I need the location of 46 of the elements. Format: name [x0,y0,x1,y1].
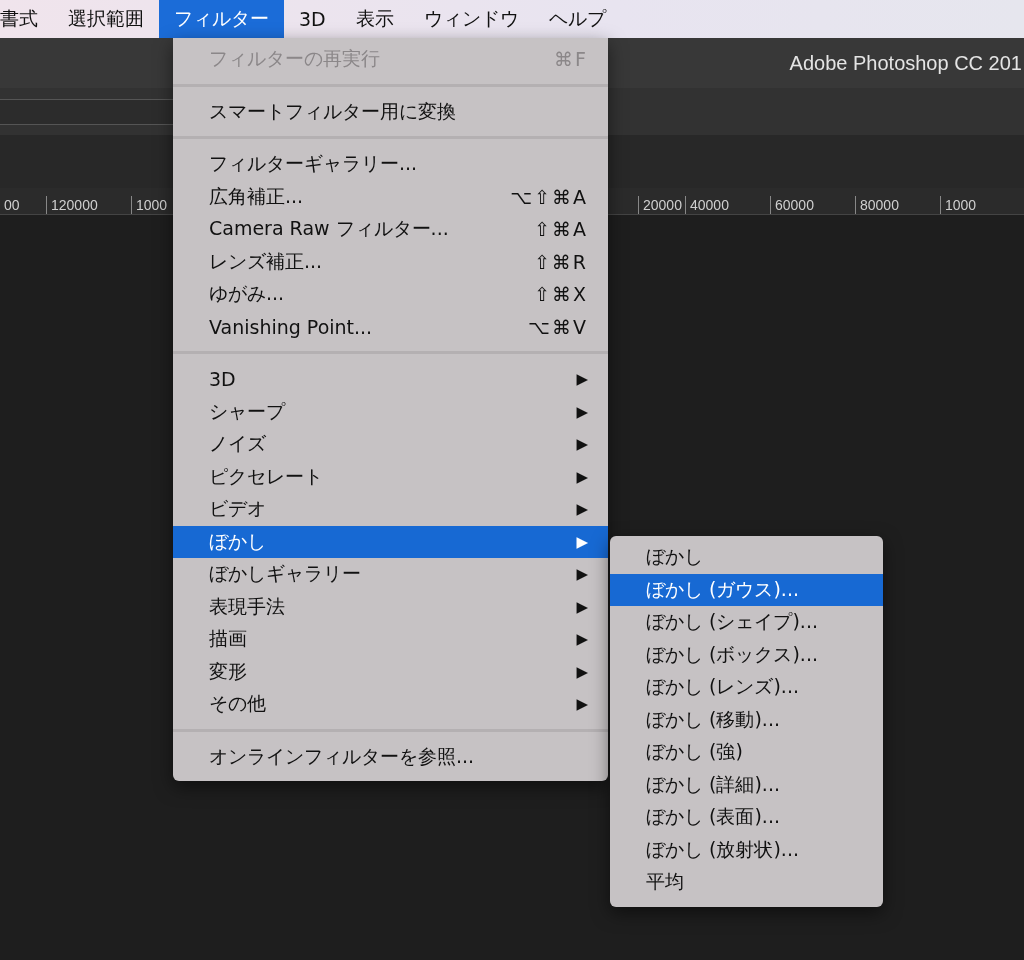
menu-item[interactable]: ぼかしギャラリー ▶ [173,558,608,591]
ruler-label: 1000 [944,197,977,213]
menu-item[interactable]: フィルターギャラリー... [173,148,608,181]
ruler-label: 120000 [50,197,98,213]
menu-item[interactable]: ビデオ ▶ [173,493,608,526]
menu-item[interactable]: ぼかし (放射状)... [610,833,883,866]
menu-item[interactable]: 広角補正... ⌥⇧⌘A [173,180,608,213]
menu-item[interactable]: ぼかし (移動)... [610,703,883,736]
ruler-label: 80000 [859,197,899,213]
menu-item[interactable]: 変形 ▶ [173,655,608,688]
menu-item[interactable]: ぼかし (強) [610,736,883,769]
menu-title[interactable]: フィルター [159,0,284,38]
menu-title[interactable]: 3D [284,0,341,38]
menu-item[interactable]: オンラインフィルターを参照... [173,740,608,773]
menu-item[interactable]: ぼかし (表面)... [610,801,883,834]
menu-title[interactable]: 書式 [0,0,53,38]
ruler-label: 00 [3,197,20,213]
ruler-label: 1000 [135,197,168,213]
menu-title[interactable]: 表示 [340,0,409,38]
menu-item[interactable]: ぼかし (詳細)... [610,768,883,801]
menu-item[interactable]: 3D ▶ [173,363,608,396]
window-title: Adobe Photoshop CC 201 [789,51,1022,75]
menu-item[interactable]: 平均 [610,866,883,899]
menu-title[interactable]: ウィンドウ [408,0,534,38]
menu-item[interactable]: ぼかし ▶ [173,525,608,558]
menu-item[interactable]: ぼかし (レンズ)... [610,671,883,704]
menu-item[interactable]: ぼかし [610,541,883,574]
menu-item[interactable]: ゆがみ... ⇧⌘X [173,278,608,311]
menu-item[interactable]: シャープ ▶ [173,395,608,428]
menu-item[interactable]: スマートフィルター用に変換 [173,95,608,128]
menu-item[interactable]: レンズ補正... ⇧⌘R [173,245,608,278]
ruler-label: 40000 [689,197,729,213]
menu-item[interactable]: Vanishing Point... ⌥⌘V [173,310,608,343]
menu-item[interactable]: ぼかし (ガウス)... [610,573,883,606]
menu-item[interactable]: 表現手法 ▶ [173,590,608,623]
menu-item[interactable]: 描画 ▶ [173,623,608,656]
menu-item[interactable]: ぼかし (ボックス)... [610,638,883,671]
ruler-label: 60000 [774,197,814,213]
menu-item[interactable]: ピクセレート ▶ [173,460,608,493]
menu-item[interactable]: ぼかし (シェイプ)... [610,606,883,639]
menu-title[interactable]: ヘルプ [533,0,621,38]
ruler-label: 20000 [642,197,682,213]
menu-item[interactable]: Camera Raw フィルター... ⇧⌘A [173,213,608,246]
menu-item[interactable]: ノイズ ▶ [173,428,608,461]
menu-title[interactable]: 選択範囲 [53,0,159,38]
menu-item[interactable]: その他 ▶ [173,688,608,721]
